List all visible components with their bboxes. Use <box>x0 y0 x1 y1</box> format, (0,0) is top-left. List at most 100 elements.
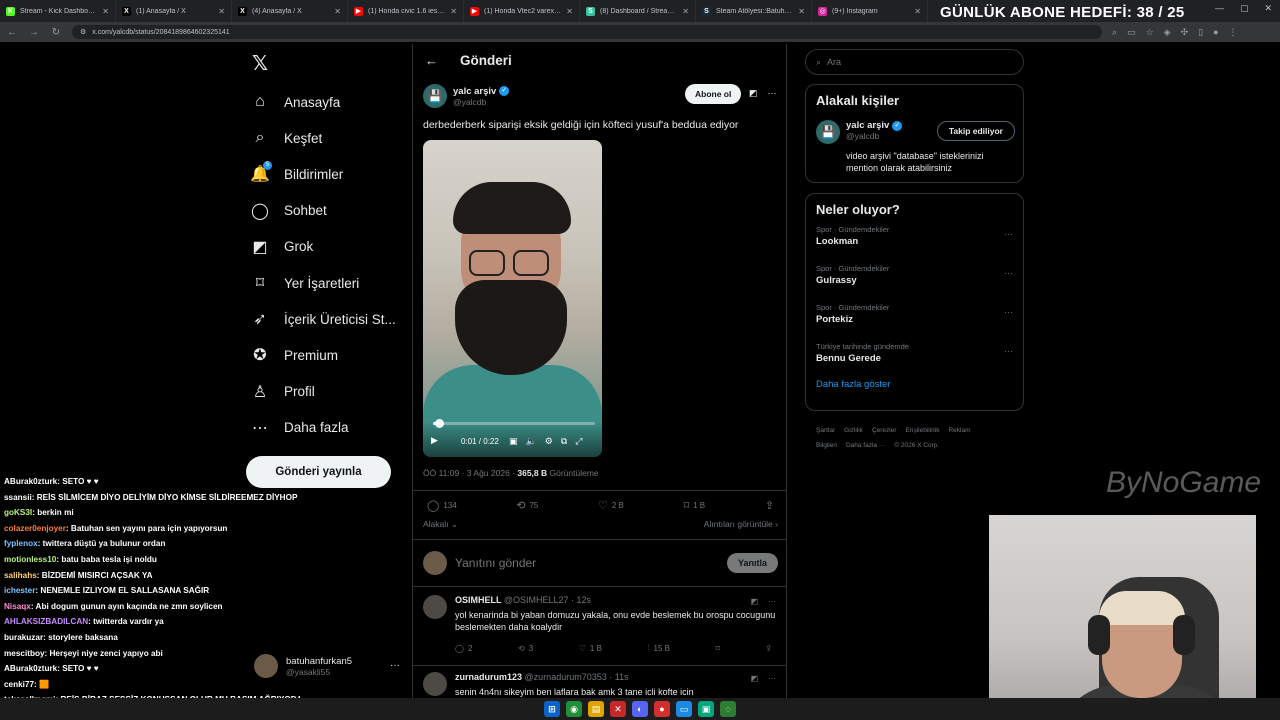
more-icon[interactable]: ··· <box>1004 229 1013 239</box>
back-icon[interactable]: ← <box>6 27 18 38</box>
related-person[interactable]: 💾 yalc arşiv ✓ @yalcdb Takip ediliyor <box>806 108 1023 144</box>
nav-item-6[interactable]: ➶ İçerik Üreticisi St... <box>250 301 400 337</box>
site-info-icon[interactable]: ⚙ <box>80 28 86 36</box>
author-name-row[interactable]: yalc arşiv ✓ <box>453 86 510 97</box>
tab-close-icon[interactable]: ✕ <box>450 7 457 16</box>
settings-icon[interactable]: ⚙ <box>545 436 553 447</box>
nav-item-2[interactable]: 🔔 5 Bildirimler <box>250 156 400 192</box>
more-icon[interactable]: ··· <box>1004 307 1013 317</box>
browser-tab[interactable]: X (4) Anasayfa / X ✕ <box>232 0 348 22</box>
browser-tab[interactable]: ▶ (1) Honda civic 1.6 ies marş ✕ <box>348 0 464 22</box>
more-icon[interactable]: ··· <box>1004 268 1013 278</box>
fullscreen-icon[interactable]: ⤢ <box>575 436 582 447</box>
reply-input[interactable] <box>455 556 719 570</box>
forward-icon[interactable]: → <box>28 27 40 38</box>
chat-username[interactable]: mescitboy <box>4 649 45 658</box>
chat-username[interactable]: ichester <box>4 586 35 595</box>
post-video[interactable]: ▶ 0:01 / 0:22 ▣ 🔈 ⚙ ⧉ ⤢ <box>423 140 602 457</box>
chat-username[interactable]: ABurak0zturk <box>4 477 57 486</box>
chat-username[interactable]: motionless10 <box>4 555 56 564</box>
search-bar[interactable]: ⌕ <box>805 49 1024 75</box>
chat-username[interactable]: colazer0enjoyer <box>4 524 66 533</box>
video-progress-track[interactable] <box>433 419 595 428</box>
browser-tab[interactable]: K Stream - Kick Dashboard ✕ <box>0 0 116 22</box>
reply-author-name[interactable]: OSIMHELL <box>455 595 501 605</box>
puzzle-icon[interactable]: ✣ <box>1181 27 1189 38</box>
more-icon[interactable]: ··· <box>768 88 777 99</box>
chrome-icon[interactable]: ◉ <box>566 701 582 717</box>
nav-item-8[interactable]: ♙ Profil <box>250 374 400 410</box>
tab-close-icon[interactable]: ✕ <box>334 7 341 16</box>
bookmark-action[interactable]: ⌑ 1 B <box>683 499 705 512</box>
reply-item[interactable]: OSIMHELL @OSIMHELL27 · 12s yol kenarinda… <box>413 589 786 666</box>
bookmark-action[interactable]: ⌑ <box>716 643 720 653</box>
streamlabs-icon[interactable]: ▣ <box>698 701 714 717</box>
reply-action[interactable]: ◯ 134 <box>427 499 457 512</box>
trend-item[interactable]: Spor · Gündemdekiler Gulrassy ··· <box>806 256 1023 295</box>
browser-tab[interactable]: X (1) Anasayfa / X ✕ <box>116 0 232 22</box>
minimize-icon[interactable]: — <box>1215 3 1224 14</box>
menu-icon[interactable]: ⋮ <box>1229 27 1238 38</box>
author-avatar[interactable]: 💾 <box>423 84 447 108</box>
share-action[interactable]: ⇪ <box>765 499 774 512</box>
search-input[interactable] <box>827 57 1008 67</box>
footer-link[interactable]: Gizlilik <box>844 427 863 434</box>
trend-item[interactable]: Spor · Gündemdekiler Portekiz ··· <box>806 295 1023 334</box>
more-icon[interactable]: ··· <box>1004 346 1013 356</box>
reply-button[interactable]: Yanıtla <box>726 553 778 573</box>
browser-tab[interactable]: S (8) Dashboard / Streamlabs ✕ <box>580 0 696 22</box>
nav-item-0[interactable]: ⌂ Anasayfa <box>250 84 400 120</box>
tab-close-icon[interactable]: ✕ <box>798 7 805 16</box>
related-person-avatar[interactable]: 💾 <box>816 120 840 144</box>
tab-close-icon[interactable]: ✕ <box>218 7 225 16</box>
profile-avatar-icon[interactable]: ● <box>1213 27 1218 38</box>
subscribe-button[interactable]: Abone ol <box>685 84 742 104</box>
footer-link[interactable]: Şartlar <box>816 427 835 434</box>
discord-icon[interactable]: ◐ <box>632 701 648 717</box>
repost-action[interactable]: ⟲ 3 <box>518 643 533 653</box>
avatar[interactable] <box>423 595 447 619</box>
more-icon[interactable]: ··· <box>390 660 400 671</box>
nav-item-7[interactable]: ✪ Premium <box>250 337 400 373</box>
nav-item-4[interactable]: ◩ Grok <box>250 229 400 265</box>
star-icon[interactable]: ☆ <box>1146 27 1154 38</box>
tab-close-icon[interactable]: ✕ <box>682 7 689 16</box>
like-action[interactable]: ♡ 2 B <box>598 499 624 512</box>
x-app-icon[interactable]: ✕ <box>610 701 626 717</box>
browser-tab[interactable]: ▶ (1) Honda Vtec2 varex egzoz ve ✕ <box>464 0 580 22</box>
chat-username[interactable]: fyplenox <box>4 539 38 548</box>
chat-username[interactable]: cenki77 <box>4 680 34 689</box>
repost-action[interactable]: ⟲ 75 <box>516 499 538 512</box>
sidebar-icon[interactable]: ▯ <box>1198 27 1203 38</box>
reload-icon[interactable]: ↻ <box>50 27 62 38</box>
chat-username[interactable]: ssansii <box>4 493 32 502</box>
grok-icon[interactable]: ◩ <box>749 88 758 99</box>
chat-username[interactable]: AHLAKSIZBADILCAN <box>4 617 88 626</box>
monitor-icon[interactable]: ▭ <box>676 701 692 717</box>
reply-sort-dropdown[interactable]: Alakalı ⌄ <box>423 519 458 530</box>
tab-close-icon[interactable]: ✕ <box>102 7 109 16</box>
chat-username[interactable]: goKS3I <box>4 508 32 517</box>
record-icon[interactable]: ● <box>654 701 670 717</box>
start-icon[interactable]: ⊞ <box>544 701 560 717</box>
nav-item-1[interactable]: ⌕ Keşfet <box>250 120 400 156</box>
view-quotes-link[interactable]: Alıntıları görüntüle › <box>704 519 778 530</box>
pip-icon[interactable]: ⧉ <box>561 436 567 447</box>
close-icon[interactable]: ✕ <box>1264 3 1272 14</box>
nav-item-3[interactable]: ◯ Sohbet <box>250 193 400 229</box>
show-more-link[interactable]: Daha fazla göster <box>806 373 1023 400</box>
footer-link[interactable]: © 2026 X Corp. <box>894 442 939 449</box>
extension-icon[interactable]: ◈ <box>1164 27 1171 38</box>
chat-username[interactable]: salihahs <box>4 571 37 580</box>
grok-icon[interactable]: ◩ <box>750 597 758 606</box>
following-button[interactable]: Takip ediliyor <box>936 121 1015 141</box>
views-action[interactable]: ⫶ 15 B <box>648 643 670 653</box>
grok-icon[interactable]: ◩ <box>750 674 758 683</box>
url-field[interactable]: ⚙ x.com/yalcdb/status/208418986460232514… <box>72 25 1102 39</box>
share-action[interactable]: ⇪ <box>765 643 772 653</box>
footer-link[interactable]: Erişilebilirlik <box>906 427 940 434</box>
reply-item[interactable]: zurnadurum123 @zurnadurum70353 · 11s sen… <box>413 666 786 700</box>
nav-item-9[interactable]: ⋯ Daha fazla <box>250 410 400 446</box>
captions-icon[interactable]: ▣ <box>509 436 518 447</box>
post-timestamp[interactable]: ÖÖ 11:09 · 3 Ağu 2026 · <box>423 468 517 478</box>
